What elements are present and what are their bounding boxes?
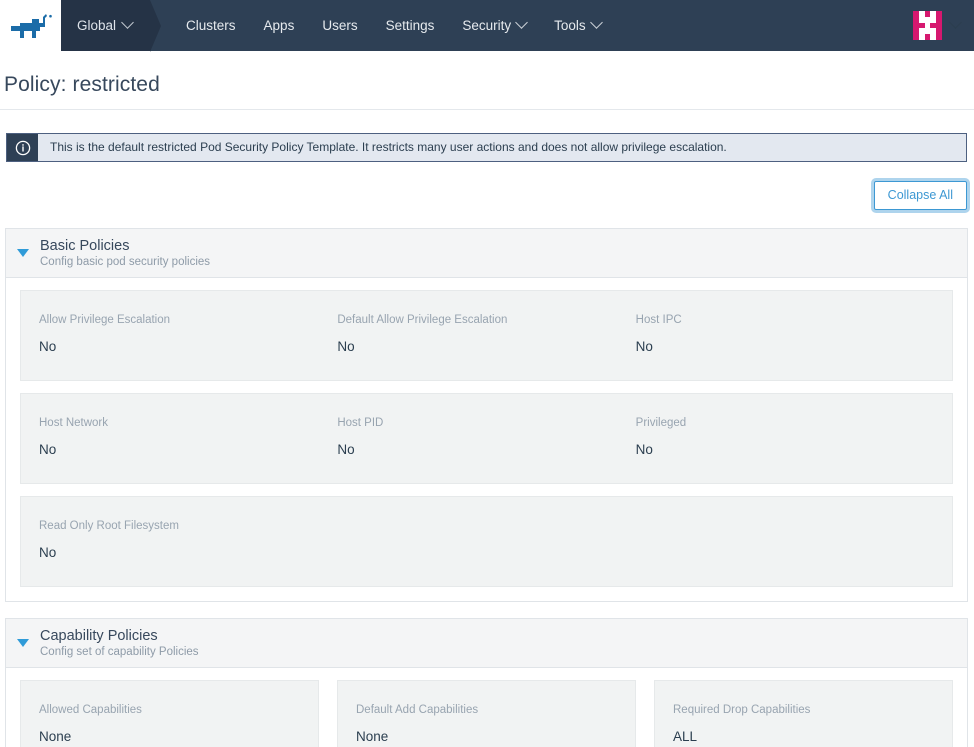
field-value: None (356, 729, 617, 745)
field-label: Host Network (39, 417, 323, 431)
triangle-down-icon[interactable] (17, 639, 29, 647)
field-host-pid: Host PID No (337, 417, 635, 458)
chevron-down-icon (590, 16, 603, 29)
field-default-add-capabilities: Default Add Capabilities None (337, 680, 636, 747)
field-privileged: Privileged No (636, 417, 934, 458)
section-title-group: Capability Policies Config set of capabi… (40, 628, 199, 658)
nav-item-security[interactable]: Security (448, 0, 540, 51)
field-value: No (39, 339, 323, 355)
nav-item-label: Settings (386, 18, 435, 33)
section-header-capability-policies[interactable]: Capability Policies Config set of capabi… (6, 619, 967, 668)
section-body-basic-policies: Allow Privilege Escalation No Default Al… (6, 278, 967, 601)
global-context-selector[interactable]: Global (61, 0, 150, 51)
policy-sections: Basic Policies Config basic pod security… (0, 210, 974, 747)
field-label: Read Only Root Filesystem (39, 520, 323, 534)
user-avatar-identicon[interactable] (913, 11, 942, 40)
field-allow-privilege-escalation: Allow Privilege Escalation No (39, 314, 337, 355)
nav-item-label: Tools (554, 18, 586, 33)
info-banner: This is the default restricted Pod Secur… (6, 133, 967, 162)
field-spacer (337, 520, 635, 561)
field-required-drop-capabilities: Required Drop Capabilities ALL (654, 680, 953, 747)
field-label: Privileged (636, 417, 920, 431)
nav-item-clusters[interactable]: Clusters (172, 0, 250, 51)
field-label: Default Add Capabilities (356, 704, 617, 718)
chevron-down-icon[interactable] (949, 16, 962, 29)
section-header-basic-policies[interactable]: Basic Policies Config basic pod security… (6, 229, 967, 278)
field-default-allow-privilege-escalation: Default Allow Privilege Escalation No (337, 314, 635, 355)
section-subtitle: Config basic pod security policies (40, 256, 210, 268)
field-spacer (636, 520, 934, 561)
field-value: No (337, 442, 621, 458)
rancher-cow-logo-icon (9, 13, 53, 39)
field-value: No (337, 339, 621, 355)
field-label: Allowed Capabilities (39, 704, 300, 718)
field-label: Default Allow Privilege Escalation (337, 314, 621, 328)
field-value: No (636, 442, 920, 458)
chevron-down-icon (121, 16, 134, 29)
app-logo[interactable] (0, 0, 61, 51)
field-value: No (39, 442, 323, 458)
section-capability-policies: Capability Policies Config set of capabi… (5, 618, 968, 747)
nav-item-apps[interactable]: Apps (250, 0, 309, 51)
section-basic-policies: Basic Policies Config basic pod security… (5, 228, 968, 602)
nav-item-label: Apps (264, 18, 295, 33)
field-row: Allowed Capabilities None Default Add Ca… (20, 680, 953, 747)
section-title-group: Basic Policies Config basic pod security… (40, 238, 210, 268)
section-title: Capability Policies (40, 628, 199, 644)
nav-item-tools[interactable]: Tools (540, 0, 615, 51)
field-row: Host Network No Host PID No Privileged N… (20, 393, 953, 484)
field-host-ipc: Host IPC No (636, 314, 934, 355)
field-value: None (39, 729, 300, 745)
field-read-only-root-filesystem: Read Only Root Filesystem No (39, 520, 337, 561)
section-subtitle: Config set of capability Policies (40, 646, 199, 658)
field-label: Allow Privilege Escalation (39, 314, 323, 328)
field-value: ALL (673, 729, 934, 745)
top-navigation-bar: Global Clusters Apps Users Settings Secu… (0, 0, 974, 51)
section-body-capability-policies: Allowed Capabilities None Default Add Ca… (6, 668, 967, 747)
nav-item-users[interactable]: Users (308, 0, 371, 51)
field-label: Host PID (337, 417, 621, 431)
nav-item-settings[interactable]: Settings (372, 0, 449, 51)
page-header: Policy: restricted (0, 51, 974, 110)
nav-item-label: Security (462, 18, 511, 33)
page-actions: Collapse All (0, 162, 974, 210)
info-banner-text: This is the default restricted Pod Secur… (38, 134, 739, 161)
page-title: Policy: restricted (4, 73, 966, 97)
triangle-down-icon[interactable] (17, 249, 29, 257)
nav-item-label: Users (322, 18, 357, 33)
section-title: Basic Policies (40, 238, 210, 254)
field-value: No (636, 339, 920, 355)
primary-nav-items: Clusters Apps Users Settings Security To… (150, 0, 615, 51)
field-host-network: Host Network No (39, 417, 337, 458)
field-row: Allow Privilege Escalation No Default Al… (20, 290, 953, 381)
field-value: No (39, 545, 323, 561)
nav-spacer (615, 0, 913, 51)
global-context-label: Global (77, 18, 116, 33)
field-label: Required Drop Capabilities (673, 704, 934, 718)
field-allowed-capabilities: Allowed Capabilities None (20, 680, 319, 747)
field-label: Host IPC (636, 314, 920, 328)
user-menu[interactable] (913, 0, 974, 51)
chevron-down-icon (515, 16, 528, 29)
nav-item-label: Clusters (186, 18, 236, 33)
info-circle-icon (7, 134, 38, 161)
info-banner-wrapper: This is the default restricted Pod Secur… (0, 110, 974, 162)
collapse-all-button[interactable]: Collapse All (874, 181, 967, 210)
field-row: Read Only Root Filesystem No (20, 496, 953, 587)
